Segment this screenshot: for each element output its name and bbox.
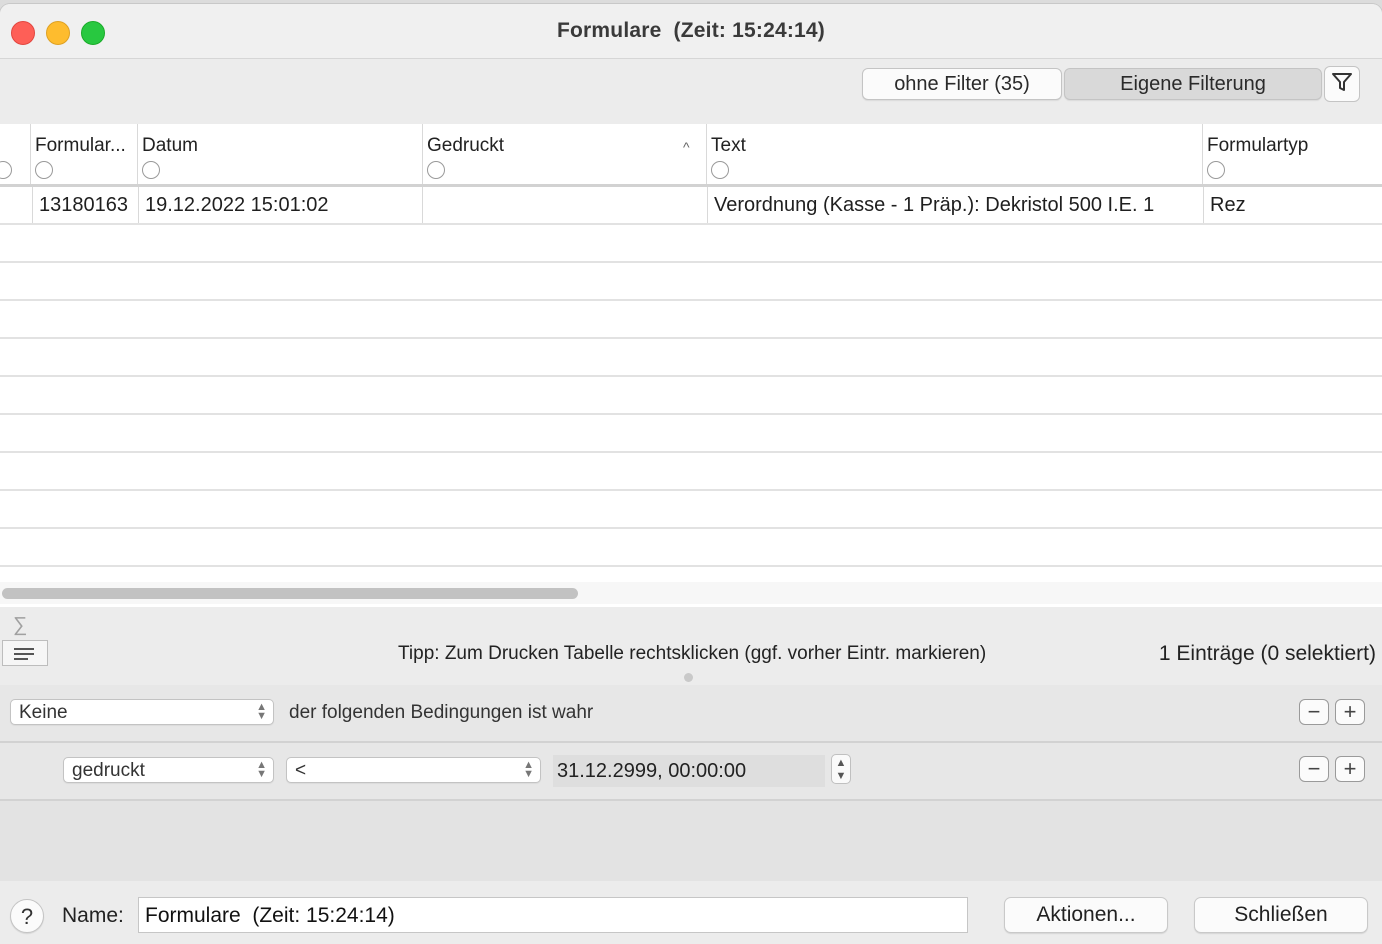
column-label: Formulartyp (1207, 135, 1309, 156)
column-label: Formular... (35, 135, 126, 156)
funnel-icon (1331, 71, 1353, 98)
status-area: ∑ Tipp: Zum Drucken Tabelle rechtsklicke… (0, 607, 1382, 685)
column-filter-radio[interactable] (1207, 161, 1225, 179)
bottom-bar: ? Name: Formulare (Zeit: 15:24:14) Aktio… (0, 881, 1382, 944)
predicate-compound-row: Keine ▲ ▼ der folgenden Bedingungen ist w… (0, 685, 1382, 743)
filter-custom-button[interactable]: Eigene Filterung (1064, 68, 1322, 100)
title-bar: Formulare (Zeit: 15:24:14) (0, 4, 1382, 59)
remove-criterion-button[interactable]: − (1299, 756, 1329, 782)
column-header-formulartyp[interactable]: Formulartyp (1202, 124, 1382, 184)
table-cell-text: Verordnung (Kasse - 1 Präp.): Dekristol … (707, 187, 1203, 223)
sort-ascending-icon: ^ (683, 139, 690, 155)
column-filter-radio[interactable] (711, 161, 729, 179)
table-row-empty (0, 453, 1382, 491)
table-row-empty (0, 377, 1382, 415)
table-row[interactable]: 13180163 19.12.2022 15:01:02 Verordnung … (0, 187, 1382, 225)
entry-count: 1 Einträge (0 selektiert) (1158, 642, 1376, 665)
scrollbar-thumb[interactable] (2, 588, 578, 599)
forms-table[interactable]: Formular... Datum Gedruckt ^ Text Formul… (0, 124, 1382, 607)
remove-row-button[interactable]: − (1299, 699, 1329, 725)
table-header: Formular... Datum Gedruckt ^ Text Formul… (0, 124, 1382, 187)
table-row-empty (0, 339, 1382, 377)
column-filter-radio[interactable] (142, 161, 160, 179)
popup-arrows-icon: ▲ ▼ (523, 759, 534, 780)
column-header-gedruckt[interactable]: Gedruckt ^ (422, 124, 707, 184)
name-label: Name: (62, 904, 124, 927)
column-label: Text (711, 135, 746, 156)
popup-arrows-icon: ▲ ▼ (256, 759, 267, 780)
table-row-empty (0, 529, 1382, 567)
table-row-empty (0, 491, 1382, 529)
horizontal-scrollbar[interactable] (0, 582, 1382, 604)
compound-popup[interactable]: Keine ▲ ▼ (10, 699, 274, 725)
table-row-empty (0, 225, 1382, 263)
predicate-empty-area (0, 801, 1382, 881)
column-header-select[interactable] (0, 124, 30, 184)
splitter-handle[interactable] (684, 673, 693, 682)
toolbar: ohne Filter (35) Eigene Filterung (0, 59, 1382, 123)
name-field[interactable]: Formulare (Zeit: 15:24:14) (138, 897, 968, 933)
column-header-datum[interactable]: Datum (137, 124, 422, 184)
table-row-empty (0, 263, 1382, 301)
list-options-button[interactable] (2, 640, 48, 666)
table-cell-datum: 19.12.2022 15:01:02 (138, 187, 422, 223)
formulare-window: Formulare (Zeit: 15:24:14) ohne Filter (… (0, 4, 1382, 944)
actions-button[interactable]: Aktionen... (1004, 897, 1168, 933)
operator-popup[interactable]: < ▲ ▼ (286, 757, 541, 783)
help-button[interactable]: ? (10, 899, 44, 933)
filter-button[interactable] (1324, 66, 1360, 102)
table-row-empty (0, 415, 1382, 453)
column-label: Datum (142, 135, 198, 156)
field-popup[interactable]: gedruckt ▲ ▼ (63, 757, 274, 783)
column-header-formular[interactable]: Formular... (30, 124, 137, 184)
date-stepper[interactable]: ▲ ▼ (831, 754, 851, 784)
column-filter-radio[interactable] (427, 161, 445, 179)
predicate-criterion-row: gedruckt ▲ ▼ < ▲ ▼ 31.12.2999, 00:00:00 ▲ ▼… (0, 743, 1382, 801)
sum-icon[interactable]: ∑ (13, 614, 27, 637)
table-cell-formulartyp: Rez (1203, 187, 1382, 223)
table-cell-gedruckt (422, 187, 706, 223)
filter-none-button[interactable]: ohne Filter (35) (862, 68, 1062, 100)
tip-text: Tipp: Zum Drucken Tabelle rechtsklicken … (398, 643, 987, 664)
table-cell-select (0, 187, 32, 223)
close-button[interactable]: Schließen (1194, 897, 1368, 933)
window-title: Formulare (Zeit: 15:24:14) (557, 19, 825, 42)
date-field[interactable]: 31.12.2999, 00:00:00 (553, 755, 825, 787)
column-label: Gedruckt (427, 135, 505, 156)
operator-popup-value: < (295, 760, 307, 781)
column-filter-radio[interactable] (0, 161, 12, 179)
table-cell-formular: 13180163 (32, 187, 138, 223)
add-row-button[interactable]: + (1335, 699, 1365, 725)
add-criterion-button[interactable]: + (1335, 756, 1365, 782)
field-popup-value: gedruckt (72, 760, 145, 781)
column-filter-radio[interactable] (35, 161, 53, 179)
popup-arrows-icon: ▲ ▼ (256, 701, 267, 722)
compound-description: der folgenden Bedingungen ist wahr (289, 702, 594, 723)
table-body: 13180163 19.12.2022 15:01:02 Verordnung … (0, 187, 1382, 567)
table-row-empty (0, 301, 1382, 339)
compound-popup-value: Keine (19, 702, 68, 723)
column-header-text[interactable]: Text (706, 124, 1203, 184)
